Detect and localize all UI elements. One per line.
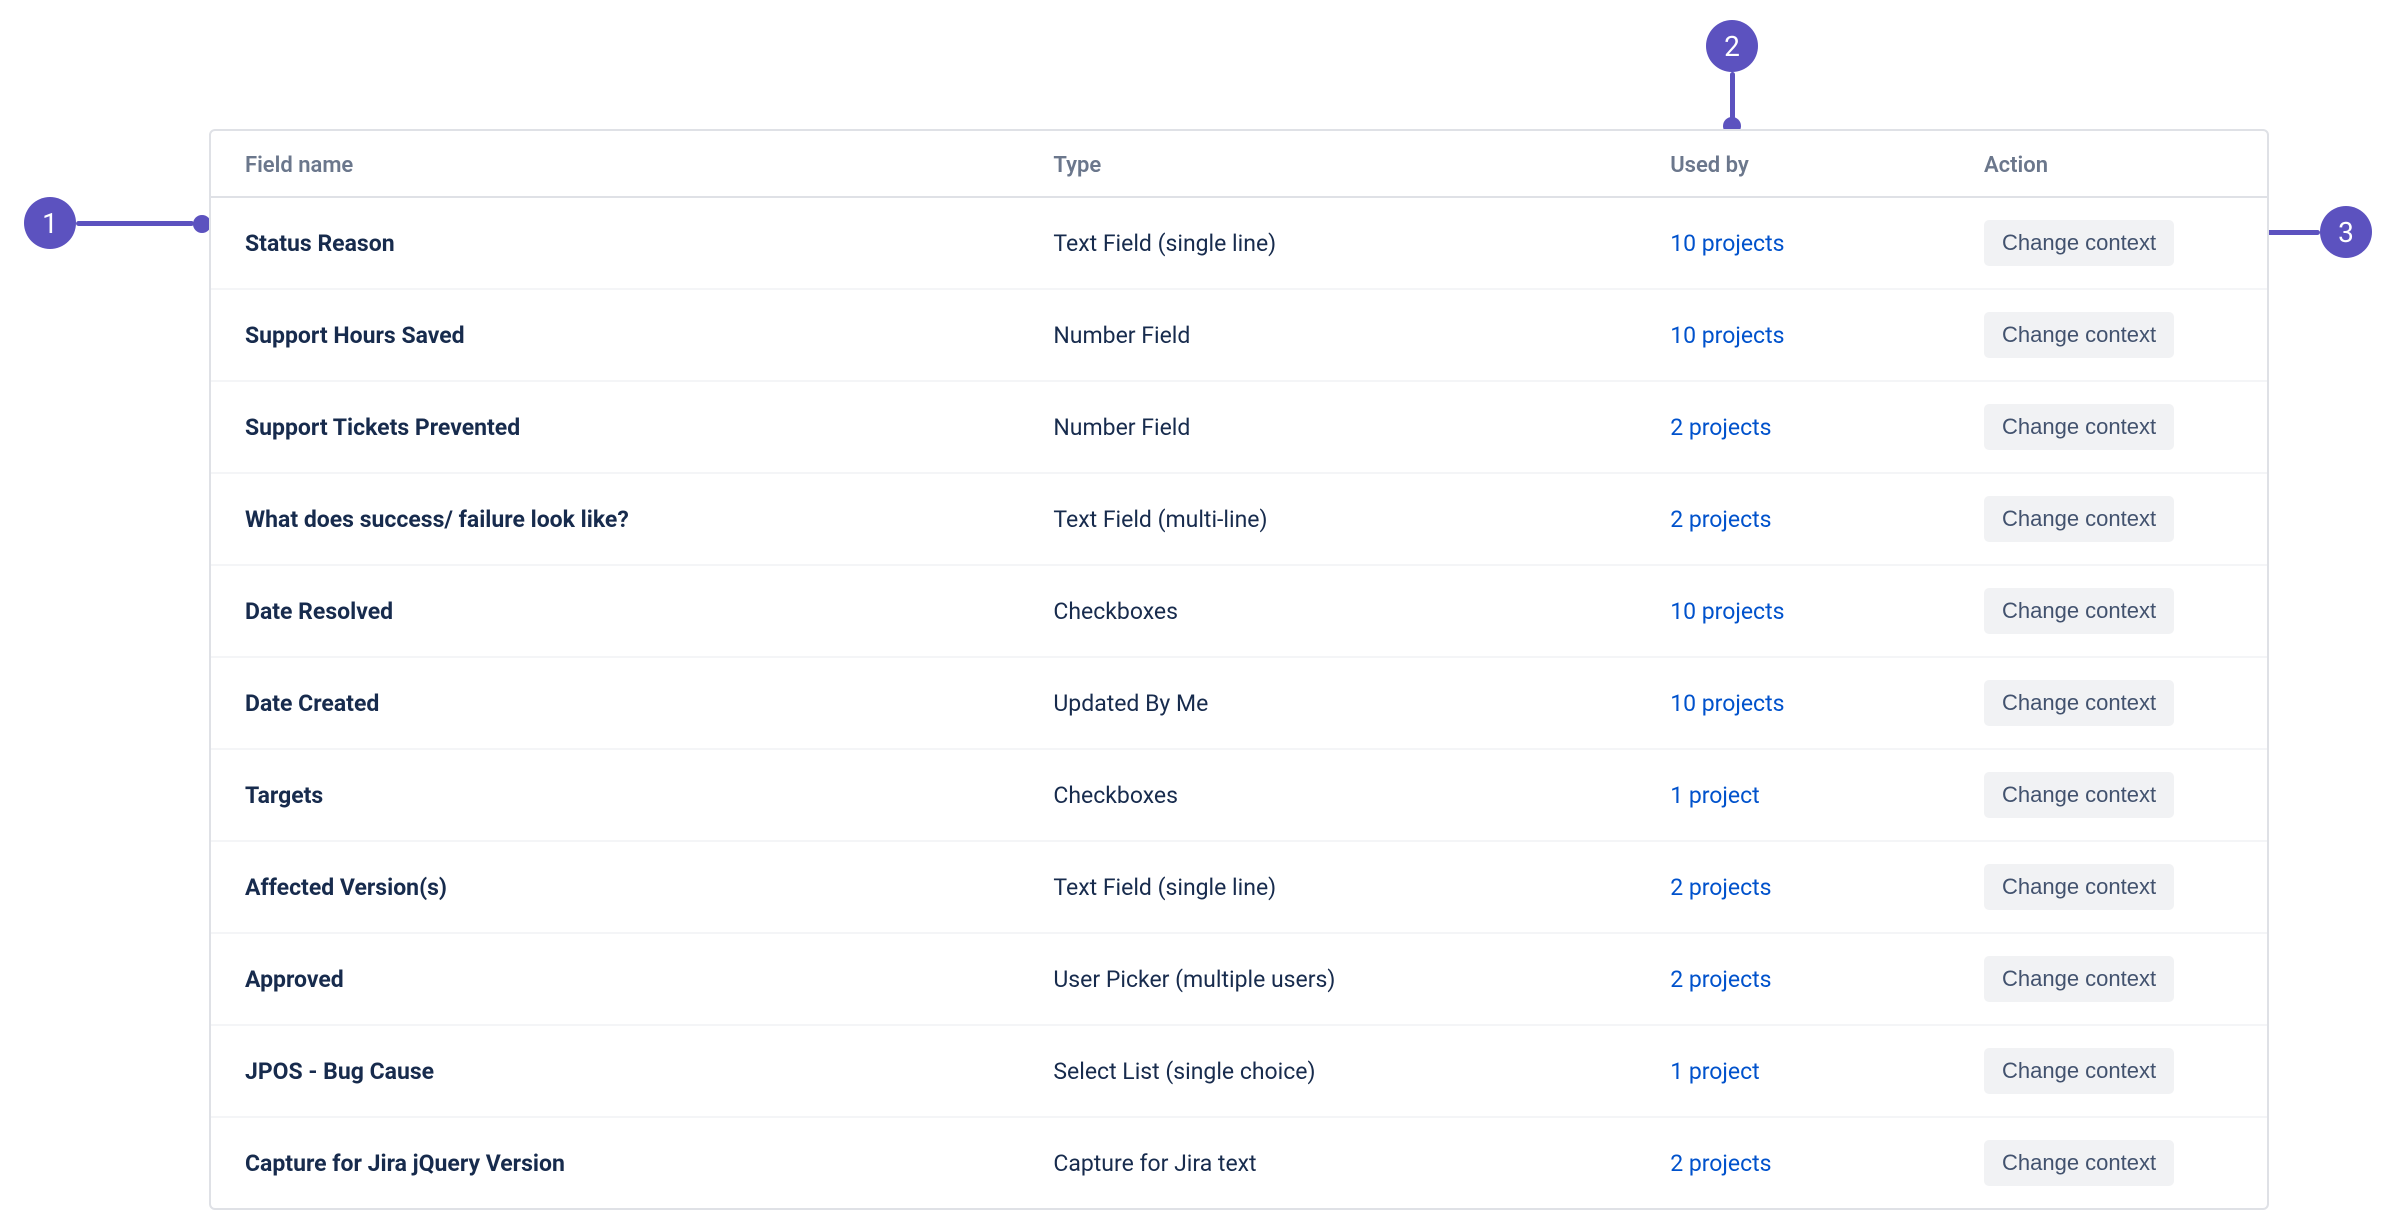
cell-type: Updated By Me (1033, 657, 1650, 749)
cell-type: User Picker (multiple users) (1033, 933, 1650, 1025)
cell-used-by: 2 projects (1650, 473, 1964, 565)
cell-type: Checkboxes (1033, 749, 1650, 841)
used-by-link[interactable]: 1 project (1670, 782, 1760, 809)
table-row: What does success/ failure look like?Tex… (211, 473, 2267, 565)
cell-type: Number Field (1033, 289, 1650, 381)
change-context-button[interactable]: Change context (1984, 312, 2174, 358)
cell-type: Number Field (1033, 381, 1650, 473)
cell-used-by: 1 project (1650, 1025, 1964, 1117)
cell-action: Change context (1964, 657, 2267, 749)
annotation-badge-2: 2 (1706, 20, 1758, 72)
cell-action: Change context (1964, 933, 2267, 1025)
cell-used-by: 2 projects (1650, 381, 1964, 473)
used-by-link[interactable]: 1 project (1670, 1058, 1760, 1085)
cell-field-name: Date Created (211, 657, 1033, 749)
used-by-link[interactable]: 10 projects (1670, 598, 1784, 625)
cell-type: Checkboxes (1033, 565, 1650, 657)
change-context-button[interactable]: Change context (1984, 772, 2174, 818)
used-by-link[interactable]: 2 projects (1670, 966, 1771, 993)
table-row: JPOS - Bug CauseSelect List (single choi… (211, 1025, 2267, 1117)
cell-used-by: 10 projects (1650, 289, 1964, 381)
cell-used-by: 10 projects (1650, 565, 1964, 657)
cell-action: Change context (1964, 197, 2267, 289)
table-row: Affected Version(s)Text Field (single li… (211, 841, 2267, 933)
cell-action: Change context (1964, 473, 2267, 565)
annotation-line-1 (76, 221, 194, 226)
cell-action: Change context (1964, 1117, 2267, 1208)
fields-panel: Field name Type Used by Action Status Re… (209, 129, 2269, 1210)
cell-used-by: 10 projects (1650, 197, 1964, 289)
change-context-button[interactable]: Change context (1984, 864, 2174, 910)
annotation-line-2 (1730, 72, 1735, 120)
header-used-by: Used by (1650, 131, 1964, 197)
cell-field-name: Status Reason (211, 197, 1033, 289)
used-by-link[interactable]: 2 projects (1670, 414, 1771, 441)
annotation-badge-1: 1 (24, 197, 76, 249)
change-context-button[interactable]: Change context (1984, 956, 2174, 1002)
change-context-button[interactable]: Change context (1984, 404, 2174, 450)
table-row: Status ReasonText Field (single line) 10 … (211, 197, 2267, 289)
table-row: Support Hours SavedNumber Field 10 projec… (211, 289, 2267, 381)
table-row: Date CreatedUpdated By Me 10 projects Chan… (211, 657, 2267, 749)
cell-action: Change context (1964, 381, 2267, 473)
change-context-button[interactable]: Change context (1984, 220, 2174, 266)
cell-used-by: 2 projects (1650, 933, 1964, 1025)
cell-type: Select List (single choice) (1033, 1025, 1650, 1117)
cell-action: Change context (1964, 565, 2267, 657)
cell-action: Change context (1964, 289, 2267, 381)
cell-field-name: Capture for Jira jQuery Version (211, 1117, 1033, 1208)
cell-field-name: JPOS - Bug Cause (211, 1025, 1033, 1117)
table-row: ApprovedUser Picker (multiple users) 2 pr… (211, 933, 2267, 1025)
cell-field-name: Support Hours Saved (211, 289, 1033, 381)
cell-field-name: What does success/ failure look like? (211, 473, 1033, 565)
cell-used-by: 1 project (1650, 749, 1964, 841)
cell-used-by: 2 projects (1650, 1117, 1964, 1208)
used-by-link[interactable]: 2 projects (1670, 1150, 1771, 1177)
fields-table: Field name Type Used by Action Status Re… (211, 131, 2267, 1208)
table-header-row: Field name Type Used by Action (211, 131, 2267, 197)
cell-type: Text Field (single line) (1033, 841, 1650, 933)
used-by-link[interactable]: 10 projects (1670, 230, 1784, 257)
used-by-link[interactable]: 10 projects (1670, 690, 1784, 717)
cell-field-name: Affected Version(s) (211, 841, 1033, 933)
table-row: Date ResolvedCheckboxes 10 projects Change… (211, 565, 2267, 657)
used-by-link[interactable]: 2 projects (1670, 874, 1771, 901)
cell-type: Text Field (multi-line) (1033, 473, 1650, 565)
change-context-button[interactable]: Change context (1984, 1140, 2174, 1186)
cell-action: Change context (1964, 1025, 2267, 1117)
cell-field-name: Date Resolved (211, 565, 1033, 657)
cell-type: Text Field (single line) (1033, 197, 1650, 289)
cell-action: Change context (1964, 841, 2267, 933)
table-row: TargetsCheckboxes 1 project Change context (211, 749, 2267, 841)
change-context-button[interactable]: Change context (1984, 588, 2174, 634)
cell-used-by: 2 projects (1650, 841, 1964, 933)
table-row: Capture for Jira jQuery VersionCapture f… (211, 1117, 2267, 1208)
table-row: Support Tickets PreventedNumber Field 2 p… (211, 381, 2267, 473)
cell-used-by: 10 projects (1650, 657, 1964, 749)
cell-type: Capture for Jira text (1033, 1117, 1650, 1208)
change-context-button[interactable]: Change context (1984, 680, 2174, 726)
header-type: Type (1033, 131, 1650, 197)
cell-field-name: Approved (211, 933, 1033, 1025)
used-by-link[interactable]: 10 projects (1670, 322, 1784, 349)
cell-field-name: Targets (211, 749, 1033, 841)
change-context-button[interactable]: Change context (1984, 1048, 2174, 1094)
header-field-name: Field name (211, 131, 1033, 197)
header-action: Action (1964, 131, 2267, 197)
cell-action: Change context (1964, 749, 2267, 841)
cell-field-name: Support Tickets Prevented (211, 381, 1033, 473)
annotation-badge-3: 3 (2320, 206, 2372, 258)
change-context-button[interactable]: Change context (1984, 496, 2174, 542)
used-by-link[interactable]: 2 projects (1670, 506, 1771, 533)
